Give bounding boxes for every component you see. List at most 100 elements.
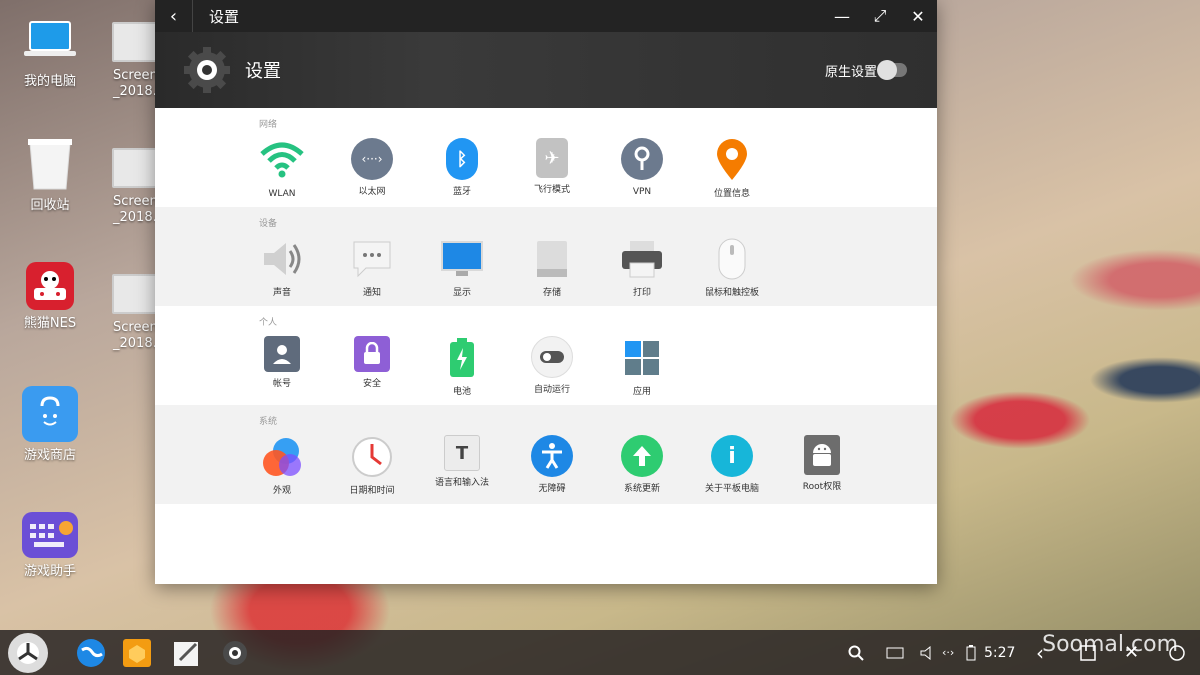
section-device: 设备 声音 通知 显示 存储 打印 鼠标和触控板 — [155, 207, 937, 306]
arrow-up-icon — [621, 435, 663, 477]
settings-item-label: 帐号 — [272, 379, 291, 389]
clock-icon — [350, 435, 394, 479]
chat-bubble-icon — [350, 237, 394, 281]
volume-icon[interactable] — [920, 630, 936, 675]
account-icon — [264, 336, 300, 372]
section-system: 系统 外观 日期和时间 T 语言和输入法 无障碍 系统更新 i 关于平板电脑 R… — [155, 405, 937, 504]
clock-time[interactable]: 5:27 — [984, 630, 1015, 675]
info-icon: i — [711, 435, 753, 477]
settings-item-label: 蓝牙 — [452, 187, 471, 197]
text-input-icon: T — [444, 435, 480, 471]
palette-icon — [260, 435, 304, 479]
logo-icon — [17, 642, 39, 664]
settings-item-vpn[interactable]: VPN — [597, 138, 687, 198]
settings-item-label: 自动运行 — [533, 385, 570, 395]
settings-item-label: 电池 — [452, 387, 471, 397]
settings-item-sound[interactable]: 声音 — [237, 237, 327, 299]
settings-item-label: WLAN — [268, 189, 296, 199]
printer-icon — [620, 237, 664, 281]
android-icon — [804, 435, 840, 475]
start-menu-button[interactable] — [8, 633, 48, 673]
key-icon — [621, 138, 663, 180]
settings-item-label: VPN — [632, 187, 652, 197]
desktop-icon-label: 回收站 — [30, 198, 70, 213]
settings-item-security[interactable]: 安全 — [327, 336, 417, 390]
back-button[interactable]: ‹ — [155, 0, 193, 32]
shopping-bag-icon — [22, 386, 78, 442]
section-personal: 个人 帐号 安全 电池 自动运行 应用 — [155, 306, 937, 405]
settings-item-autostart[interactable]: 自动运行 — [507, 336, 597, 396]
taskbar-app-settings[interactable] — [218, 636, 252, 670]
settings-item-date-time[interactable]: 日期和时间 — [327, 435, 417, 497]
monitor-icon — [440, 237, 484, 281]
speaker-icon — [260, 237, 304, 281]
settings-item-system-update[interactable]: 系统更新 — [597, 435, 687, 495]
settings-item-about-tablet[interactable]: i 关于平板电脑 — [687, 435, 777, 495]
settings-item-notifications[interactable]: 通知 — [327, 237, 417, 299]
apps-grid-icon — [620, 336, 664, 380]
desktop-icon-my-computer[interactable]: 我的电脑 — [5, 12, 95, 90]
settings-window: ‹ 设置 — ⤢ ✕ 设置 原生设置 网络 WLAN ‹···› 以太网 ᛒ 蓝… — [155, 0, 937, 584]
desktop-icon-game-store[interactable]: 游戏商店 — [5, 386, 95, 464]
taskbar-app-files[interactable] — [120, 636, 154, 670]
settings-item-mouse-touchpad[interactable]: 鼠标和触控板 — [687, 237, 777, 299]
settings-item-label: 飞行模式 — [533, 185, 570, 195]
battery-status-icon[interactable] — [966, 630, 976, 675]
settings-item-label: 安全 — [362, 379, 381, 389]
taskbar: ‹·› 5:27 ‹ ✕ — [0, 630, 1200, 675]
maximize-button[interactable]: ⤢ — [861, 6, 899, 26]
settings-item-ethernet[interactable]: ‹···› 以太网 — [327, 138, 417, 198]
close-button[interactable]: ✕ — [899, 7, 937, 26]
settings-item-label: 声音 — [272, 288, 291, 298]
taskbar-app-notes[interactable] — [170, 636, 204, 670]
desktop-icon-label: 游戏助手 — [23, 564, 76, 579]
search-icon[interactable] — [848, 630, 864, 675]
settings-item-location[interactable]: 位置信息 — [687, 138, 777, 200]
settings-item-label: 位置信息 — [713, 189, 750, 199]
desktop-icon-label: 我的电脑 — [23, 74, 76, 89]
settings-item-display[interactable]: 显示 — [417, 237, 507, 299]
settings-item-accessibility[interactable]: 无障碍 — [507, 435, 597, 495]
settings-item-bluetooth[interactable]: ᛒ 蓝牙 — [417, 138, 507, 198]
desktop-icon-recycle-bin[interactable]: 回收站 — [5, 136, 95, 214]
storage-drive-icon — [530, 237, 574, 281]
accessibility-icon — [531, 435, 573, 477]
settings-item-language-input[interactable]: T 语言和输入法 — [417, 435, 507, 489]
mouse-icon — [710, 237, 754, 281]
desktop-icon-label: 游戏商店 — [23, 448, 76, 463]
settings-item-storage[interactable]: 存储 — [507, 237, 597, 299]
laptop-icon — [22, 12, 78, 68]
settings-item-label: 无障碍 — [538, 484, 566, 494]
folder-icon — [123, 639, 151, 667]
keyboard-icon — [22, 512, 78, 558]
panda-gamepad-icon — [26, 262, 74, 310]
gear-icon — [177, 40, 237, 100]
ethernet-status-icon[interactable]: ‹·› — [942, 630, 954, 675]
taskbar-app-browser[interactable] — [74, 636, 108, 670]
section-caption: 设备 — [259, 219, 278, 229]
page-title: 设置 — [245, 61, 281, 82]
settings-item-battery[interactable]: 电池 — [417, 336, 507, 398]
settings-item-print[interactable]: 打印 — [597, 237, 687, 299]
gear-icon — [223, 641, 247, 665]
settings-item-apps[interactable]: 应用 — [597, 336, 687, 398]
minimize-button[interactable]: — — [823, 7, 861, 26]
section-network: 网络 WLAN ‹···› 以太网 ᛒ 蓝牙 ✈ 飞行模式 VPN 位置信息 — [155, 108, 937, 207]
desktop-icon-game-assistant[interactable]: 游戏助手 — [5, 512, 95, 580]
toggle-switch-icon — [531, 336, 573, 378]
settings-item-wlan[interactable]: WLAN — [237, 138, 327, 200]
settings-item-appearance[interactable]: 外观 — [237, 435, 327, 497]
keyboard-icon[interactable] — [886, 630, 904, 675]
native-settings-toggle[interactable] — [877, 60, 907, 80]
pencil-note-icon — [174, 642, 198, 666]
lock-icon — [354, 336, 390, 372]
settings-item-label: 外观 — [272, 486, 291, 496]
desktop-icon-panda-nes[interactable]: 熊猫NES — [5, 262, 95, 332]
settings-item-label: 日期和时间 — [349, 486, 395, 496]
settings-item-root[interactable]: Root权限 — [777, 435, 867, 493]
settings-item-airplane-mode[interactable]: ✈ 飞行模式 — [507, 138, 597, 196]
settings-item-label: 鼠标和触控板 — [704, 288, 759, 298]
settings-item-account[interactable]: 帐号 — [237, 336, 327, 390]
settings-item-label: Root权限 — [802, 482, 842, 492]
window-title: 设置 — [209, 7, 240, 26]
